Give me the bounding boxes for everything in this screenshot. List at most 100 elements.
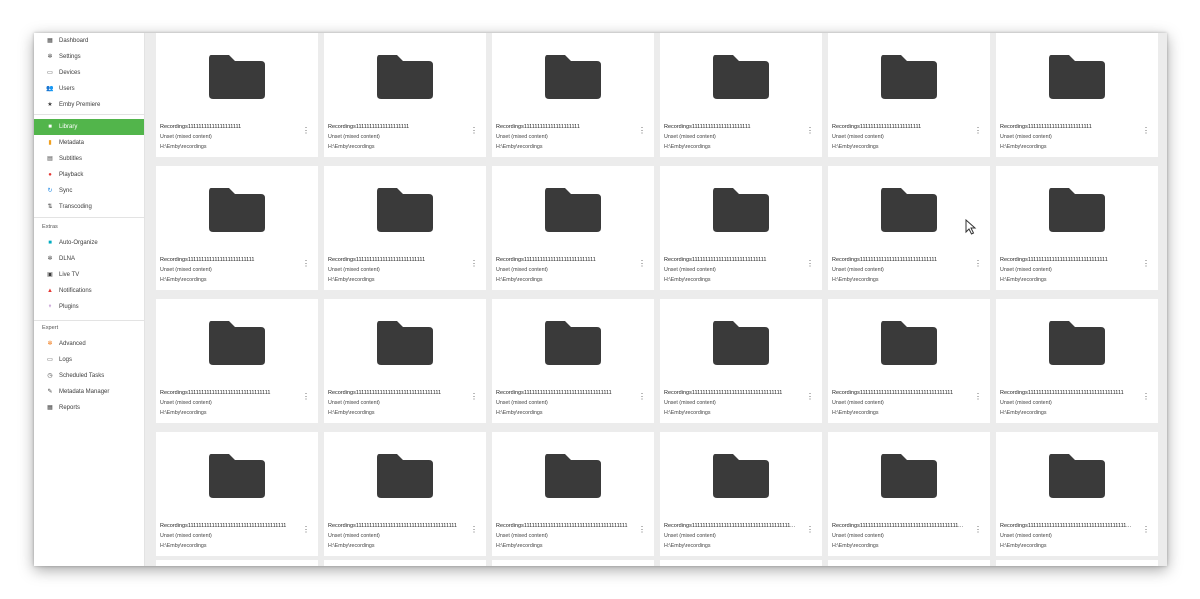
sidebar-item-plugins[interactable]: ♆ Plugins: [34, 299, 144, 315]
folder-icon[interactable]: [996, 33, 1158, 121]
more-options-icon[interactable]: ⋮: [804, 392, 816, 402]
folder-icon[interactable]: [492, 432, 654, 520]
library-card[interactable]: Recordings111111111111111111111111111111…: [828, 432, 990, 556]
folder-icon[interactable]: [324, 432, 486, 520]
folder-icon[interactable]: [828, 299, 990, 387]
more-options-icon[interactable]: ⋮: [972, 525, 984, 535]
library-card[interactable]: Recordings111111111111111111111111111111…: [324, 432, 486, 556]
library-card[interactable]: [156, 560, 318, 566]
sidebar-item-live-tv[interactable]: ▣ Live TV: [34, 267, 144, 283]
library-card[interactable]: Recordings11111111111111111111111 Unset (…: [828, 33, 990, 157]
more-options-icon[interactable]: ⋮: [1140, 525, 1152, 535]
more-options-icon[interactable]: ⋮: [300, 392, 312, 402]
folder-icon[interactable]: [996, 299, 1158, 387]
library-card[interactable]: Recordings111111111111111111111111111 Uns…: [492, 166, 654, 290]
library-card[interactable]: Recordings111111111111111111111 Unset (mi…: [492, 33, 654, 157]
sidebar-item-logs[interactable]: ▭ Logs: [34, 352, 144, 368]
sidebar-item-playback[interactable]: ● Playback: [34, 167, 144, 183]
library-card[interactable]: Recordings111111111111111111111111111111…: [660, 299, 822, 423]
library-card[interactable]: Recordings111111111111111111111111111111…: [996, 432, 1158, 556]
more-options-icon[interactable]: ⋮: [636, 259, 648, 269]
more-options-icon[interactable]: ⋮: [300, 259, 312, 269]
sidebar-item-reports[interactable]: ▦ Reports: [34, 400, 144, 416]
sidebar-item-advanced[interactable]: ✲ Advanced: [34, 336, 144, 352]
folder-icon[interactable]: [660, 33, 822, 121]
sidebar-item-library[interactable]: ■ Library: [34, 119, 144, 135]
folder-icon[interactable]: [324, 166, 486, 254]
folder-icon[interactable]: [324, 33, 486, 121]
folder-icon[interactable]: [828, 432, 990, 520]
library-card[interactable]: Recordings111111111111111111111111 Unset …: [996, 33, 1158, 157]
more-options-icon[interactable]: ⋮: [468, 259, 480, 269]
library-card[interactable]: Recordings111111111111111111111111111111…: [492, 299, 654, 423]
folder-icon[interactable]: [828, 33, 990, 121]
more-options-icon[interactable]: ⋮: [804, 126, 816, 136]
sidebar-item-dlna[interactable]: ✲ DLNA: [34, 251, 144, 267]
library-title: Recordings11111111111111111111: [328, 124, 410, 130]
more-options-icon[interactable]: ⋮: [636, 392, 648, 402]
library-card[interactable]: [828, 560, 990, 566]
more-options-icon[interactable]: ⋮: [1140, 392, 1152, 402]
folder-icon[interactable]: [324, 299, 486, 387]
more-options-icon[interactable]: ⋮: [972, 126, 984, 136]
sidebar-item-emby-premiere[interactable]: ★ Emby Premiere: [34, 97, 144, 113]
more-options-icon[interactable]: ⋮: [300, 525, 312, 535]
library-card[interactable]: [492, 560, 654, 566]
folder-icon[interactable]: [156, 432, 318, 520]
library-card[interactable]: Recordings111111111111111111111111111111…: [156, 299, 318, 423]
folder-icon[interactable]: [492, 33, 654, 121]
more-options-icon[interactable]: ⋮: [636, 126, 648, 136]
library-card[interactable]: Recordings111111111111111111111111111111…: [996, 166, 1158, 290]
library-card[interactable]: Recordings11111111111111111111 Unset (mix…: [324, 33, 486, 157]
library-card[interactable]: Recordings11111111111111111111111111 Unse…: [324, 166, 486, 290]
more-options-icon[interactable]: ⋮: [972, 392, 984, 402]
nav-item-label: Plugins: [59, 304, 79, 310]
sidebar-item-subtitles[interactable]: ▤ Subtitles: [34, 151, 144, 167]
sidebar-item-metadata[interactable]: ▮ Metadata: [34, 135, 144, 151]
more-options-icon[interactable]: ⋮: [804, 259, 816, 269]
sidebar-item-sync[interactable]: ↻ Sync: [34, 183, 144, 199]
folder-icon[interactable]: [492, 166, 654, 254]
more-options-icon[interactable]: ⋮: [468, 392, 480, 402]
sidebar-item-users[interactable]: 👥 Users: [34, 81, 144, 97]
library-card[interactable]: Recordings111111111111111111111111111111…: [996, 299, 1158, 423]
folder-icon[interactable]: [996, 166, 1158, 254]
more-options-icon[interactable]: ⋮: [1140, 259, 1152, 269]
library-card[interactable]: Recordings111111111111111111111111111111…: [828, 299, 990, 423]
sidebar-item-settings[interactable]: ✲ Settings: [34, 49, 144, 65]
library-card[interactable]: Recordings111111111111111111111111111111…: [660, 432, 822, 556]
sidebar-item-scheduled-tasks[interactable]: ◷ Scheduled Tasks: [34, 368, 144, 384]
more-options-icon[interactable]: ⋮: [468, 525, 480, 535]
sidebar-item-notifications[interactable]: ▲ Notifications: [34, 283, 144, 299]
library-card[interactable]: Recordings111111111111111111111111111111…: [492, 432, 654, 556]
sidebar-item-auto-organize[interactable]: ■ Auto-Organize: [34, 235, 144, 251]
more-options-icon[interactable]: ⋮: [972, 259, 984, 269]
library-card[interactable]: Recordings111111111111111111111111111111…: [324, 299, 486, 423]
sidebar-item-transcoding[interactable]: ⇅ Transcoding: [34, 199, 144, 215]
sidebar-item-dashboard[interactable]: ▦ Dashboard: [34, 33, 144, 49]
more-options-icon[interactable]: ⋮: [1140, 126, 1152, 136]
sidebar-item-metadata-manager[interactable]: ✎ Metadata Manager: [34, 384, 144, 400]
folder-icon[interactable]: [660, 432, 822, 520]
more-options-icon[interactable]: ⋮: [468, 126, 480, 136]
folder-icon[interactable]: [156, 33, 318, 121]
library-card[interactable]: Recordings1111111111111111111111 Unset (m…: [660, 33, 822, 157]
more-options-icon[interactable]: ⋮: [300, 126, 312, 136]
library-card[interactable]: Recordings1111111111111111111111111 Unset…: [156, 166, 318, 290]
library-card[interactable]: Recordings11111111111111111111 Unset (mix…: [156, 33, 318, 157]
folder-icon[interactable]: [492, 299, 654, 387]
folder-icon[interactable]: [828, 166, 990, 254]
folder-icon[interactable]: [996, 432, 1158, 520]
library-card[interactable]: [996, 560, 1158, 566]
library-card[interactable]: Recordings1111111111111111111111111111 Un…: [660, 166, 822, 290]
more-options-icon[interactable]: ⋮: [636, 525, 648, 535]
more-options-icon[interactable]: ⋮: [804, 525, 816, 535]
sidebar-item-devices[interactable]: ▭ Devices: [34, 65, 144, 81]
library-card[interactable]: [324, 560, 486, 566]
library-card[interactable]: Recordings111111111111111111111111111111…: [156, 432, 318, 556]
folder-icon[interactable]: [156, 299, 318, 387]
folder-icon[interactable]: [660, 166, 822, 254]
folder-icon[interactable]: [660, 299, 822, 387]
library-card[interactable]: [660, 560, 822, 566]
folder-icon[interactable]: [156, 166, 318, 254]
